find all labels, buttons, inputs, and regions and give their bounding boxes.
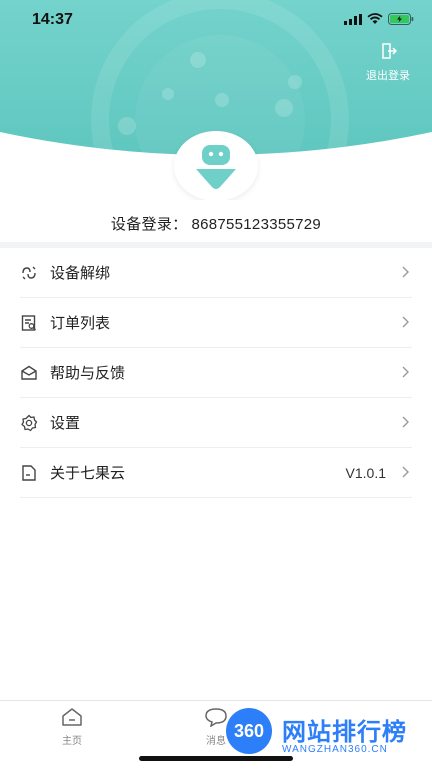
profile-header: 14:37 退出登录 — [0, 0, 432, 200]
gear-icon — [20, 414, 38, 432]
menu-label: 设置 — [50, 415, 81, 432]
watermark-circle: 360 — [226, 708, 272, 754]
chevron-right-icon — [402, 366, 409, 378]
menu-label: 关于七果云 — [50, 465, 126, 482]
menu-item-settings[interactable]: 设置 — [20, 398, 412, 448]
menu-item-help-feedback[interactable]: 帮助与反馈 — [20, 348, 412, 398]
status-time: 14:37 — [32, 11, 73, 28]
chevron-right-icon — [402, 266, 409, 278]
watermark-title: 网站排行榜 — [282, 719, 407, 746]
app-version: V1.0.1 — [345, 464, 386, 481]
menu-item-unbind[interactable]: 设备解绑 — [20, 248, 412, 298]
logout-icon — [382, 43, 398, 59]
menu-label: 设备解绑 — [50, 265, 111, 282]
menu-item-about[interactable]: 关于七果云 V1.0.1 — [20, 448, 412, 498]
home-icon — [62, 708, 82, 726]
wifi-icon — [367, 13, 383, 24]
home-indicator — [139, 756, 293, 761]
chevron-right-icon — [402, 466, 409, 478]
avatar[interactable] — [174, 131, 258, 200]
menu-label: 订单列表 — [50, 315, 111, 332]
battery-charging-icon — [388, 13, 414, 25]
menu-item-orders[interactable]: 订单列表 — [20, 298, 412, 348]
chevron-right-icon — [402, 316, 409, 328]
device-id: 868755123355729 — [191, 216, 322, 233]
tab-home[interactable]: 主页 — [42, 707, 102, 747]
menu-label: 帮助与反馈 — [50, 365, 126, 382]
unbind-icon — [20, 264, 38, 282]
status-bar: 14:37 — [0, 0, 432, 40]
settings-menu: 设备解绑 订单列表 帮助与反馈 设置 关于七果云 V1.0.1 — [0, 248, 432, 498]
tab-label: 主页 — [62, 736, 82, 747]
device-login-line: 设备登录： 868755123355729 — [0, 213, 432, 234]
feedback-icon — [20, 364, 38, 382]
order-list-icon — [20, 314, 38, 332]
robot-avatar-icon — [196, 145, 236, 189]
status-icons — [344, 13, 414, 25]
logout-label: 退出登录 — [366, 70, 410, 82]
about-icon — [20, 464, 38, 482]
watermark-subtitle: WANGZHAN360.CN — [282, 744, 388, 755]
message-icon — [205, 708, 227, 728]
device-login-label: 设备登录： — [110, 216, 188, 233]
logout-button[interactable]: 退出登录 — [360, 42, 416, 83]
signal-icon — [344, 13, 362, 25]
chevron-right-icon — [402, 416, 409, 428]
